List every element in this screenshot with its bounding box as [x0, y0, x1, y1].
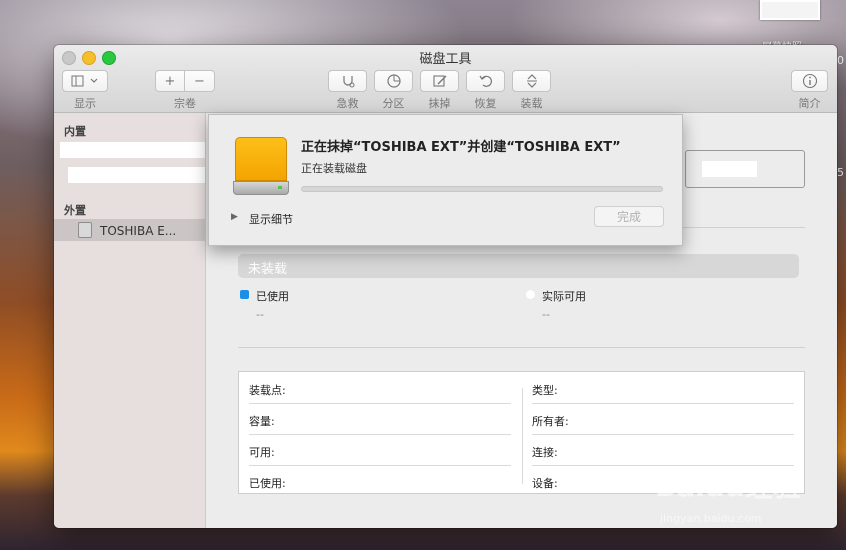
disk-summary-redacted — [702, 161, 757, 177]
mount-arrows-icon — [526, 74, 537, 88]
info-label: 简介 — [798, 97, 821, 110]
show-details-link[interactable]: 显示细节 — [249, 211, 293, 227]
info-row-line — [532, 403, 794, 404]
erase-button[interactable] — [420, 70, 459, 92]
add-volume-button[interactable]: + — [155, 70, 185, 92]
view-toggle-button[interactable] — [62, 70, 108, 92]
sheet-status: 正在装载磁盘 — [301, 162, 367, 175]
desktop-file-thumbnail[interactable] — [760, 0, 820, 20]
info-device-label: 设备: — [532, 477, 558, 490]
info-row-line — [249, 434, 511, 435]
pie-partition-icon — [386, 74, 401, 88]
watermark-logo: Baidu经验 — [655, 470, 801, 503]
done-button[interactable]: 完成 — [594, 206, 664, 227]
info-row-line — [249, 465, 511, 466]
erase-progress-sheet: 正在抹掉“TOSHIBA EXT”并创建“TOSHIBA EXT” 正在装载磁盘… — [208, 114, 683, 246]
sidebar-header-external: 外置 — [64, 204, 86, 217]
info-button[interactable] — [791, 70, 828, 92]
available-legend-swatch — [526, 290, 535, 299]
used-legend-value: -- — [256, 308, 264, 321]
mount-label: 装载 — [520, 97, 543, 110]
divider-middle — [238, 347, 805, 348]
desktop-edge-text-b: 5 — [837, 166, 844, 179]
watermark-url: jingyan.baidu.com — [660, 512, 762, 525]
partition-button[interactable] — [374, 70, 413, 92]
first-aid-button[interactable] — [328, 70, 367, 92]
erase-pencil-icon — [432, 75, 446, 87]
info-mount-point-label: 装载点: — [249, 384, 286, 397]
erase-label: 抹掉 — [428, 97, 451, 110]
drive-led — [278, 186, 282, 189]
mount-button[interactable] — [512, 70, 551, 92]
sheet-title: 正在抹掉“TOSHIBA EXT”并创建“TOSHIBA EXT” — [301, 140, 621, 155]
info-row-line — [249, 403, 511, 404]
info-available-label: 可用: — [249, 446, 275, 459]
drive-base — [233, 181, 289, 195]
unmounted-label: 未装载 — [248, 262, 288, 277]
partition-label: 分区 — [382, 97, 405, 110]
sidebar: 内置 外置 TOSHIBA E... — [54, 113, 206, 528]
info-capacity-label: 容量: — [249, 415, 275, 428]
info-column-divider — [522, 388, 523, 484]
window-titlebar: 磁盘工具 显示 + − 宗卷 急救 分区 抹掉 恢复 装载 简介 — [54, 45, 837, 113]
sidebar-item-internal-2[interactable] — [68, 167, 205, 183]
drive-body — [235, 137, 287, 181]
external-drive-icon — [233, 135, 289, 197]
info-icon — [802, 73, 817, 89]
volume-label: 宗卷 — [174, 97, 196, 110]
sidebar-item-toshiba-label: TOSHIBA E... — [100, 224, 177, 238]
used-legend-label: 已使用 — [256, 290, 289, 303]
info-connection-label: 连接: — [532, 446, 558, 459]
stethoscope-icon — [342, 76, 354, 88]
usage-bar — [238, 254, 799, 278]
info-type-label: 类型: — [532, 384, 558, 397]
info-used-label: 已使用: — [249, 477, 286, 490]
sidebar-header-internal: 内置 — [64, 125, 86, 138]
sidebar-view-icon — [71, 75, 98, 87]
view-label: 显示 — [74, 97, 96, 110]
external-disk-icon — [78, 222, 92, 238]
window-title: 磁盘工具 — [419, 52, 472, 67]
first-aid-label: 急救 — [336, 97, 359, 110]
restore-arrow-icon — [479, 75, 492, 87]
restore-label: 恢复 — [474, 97, 497, 110]
desktop-edge-text-a: 0 — [837, 54, 844, 67]
disk-summary-box — [685, 150, 805, 188]
available-legend-value: -- — [542, 308, 550, 321]
restore-button[interactable] — [466, 70, 505, 92]
remove-volume-button[interactable]: − — [184, 70, 215, 92]
used-legend-swatch — [240, 290, 249, 299]
info-row-line — [532, 434, 794, 435]
disclosure-triangle-icon[interactable]: ▶ — [231, 212, 238, 222]
info-owner-label: 所有者: — [532, 415, 569, 428]
sidebar-item-internal-1[interactable] — [60, 142, 205, 158]
erase-progress-bar — [301, 186, 663, 192]
available-legend-label: 实际可用 — [542, 290, 586, 303]
